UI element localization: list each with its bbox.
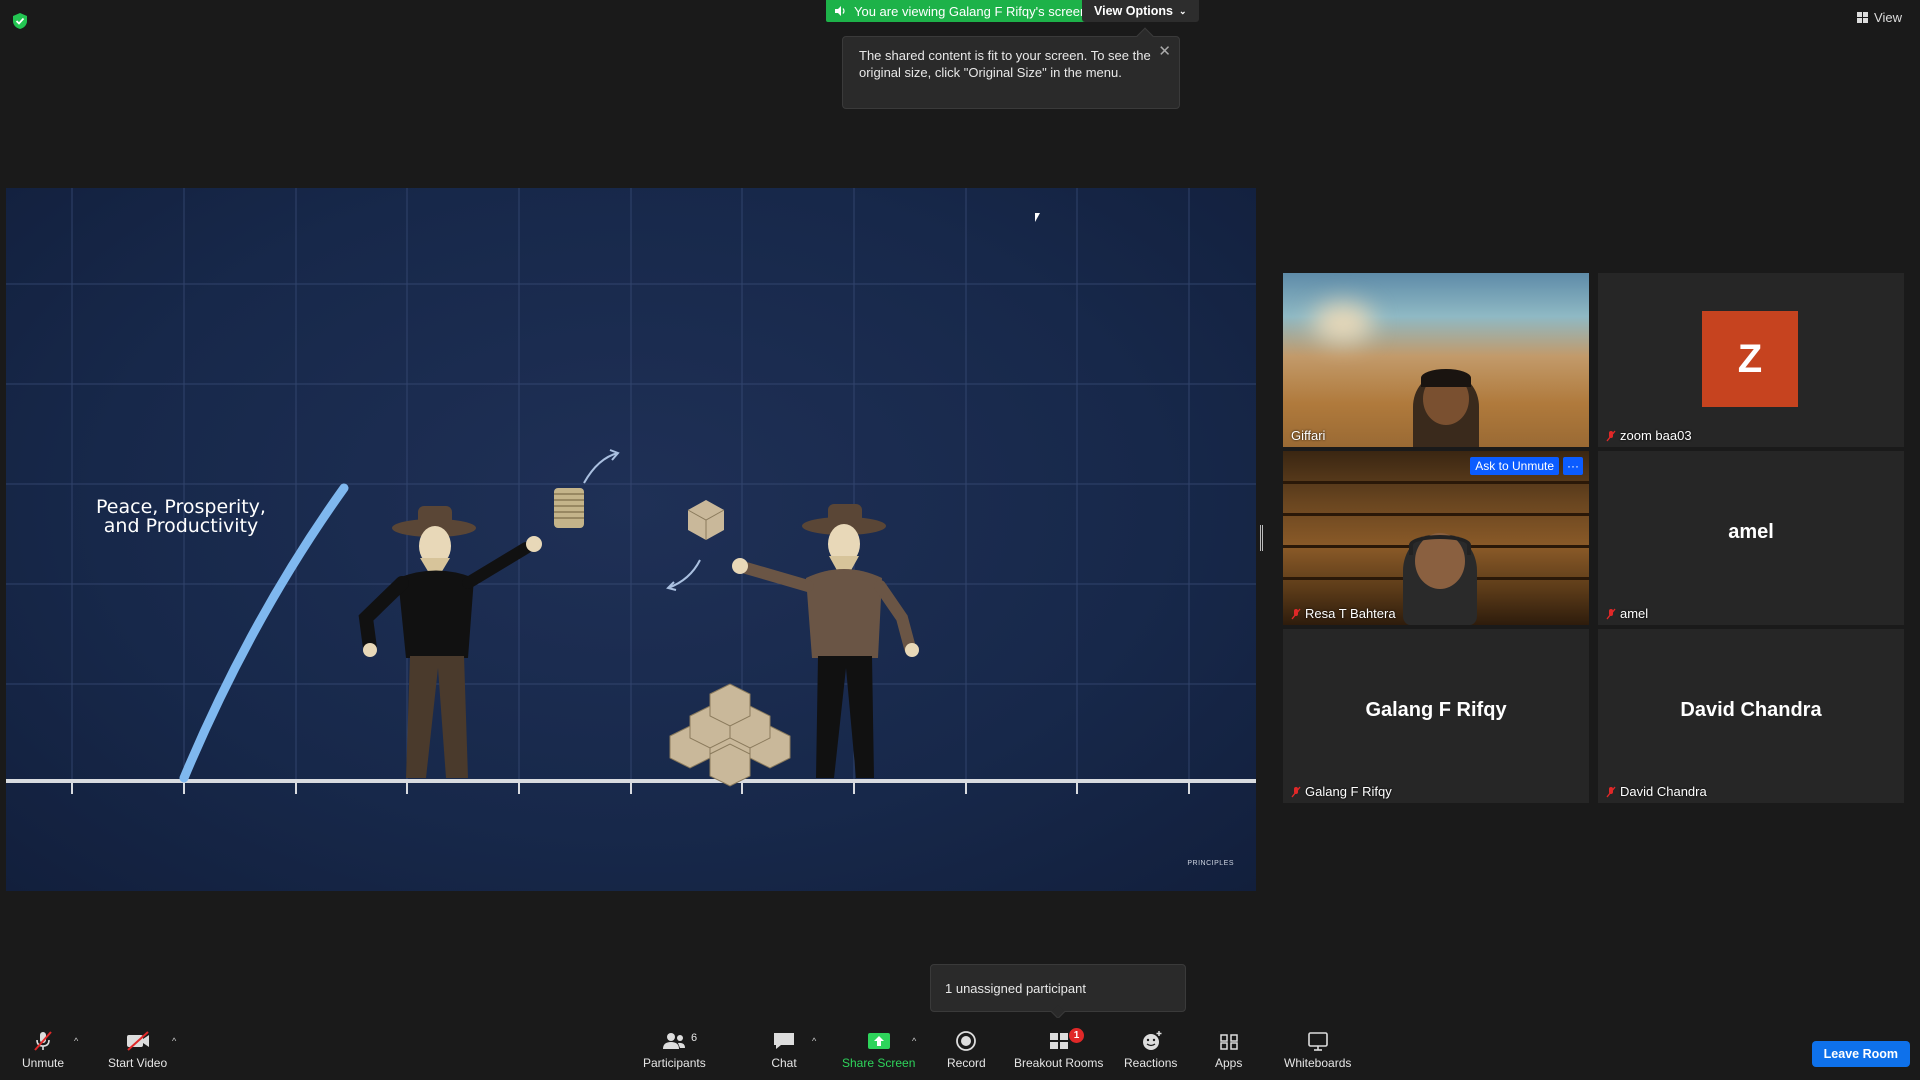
muted-mic-icon [34, 1031, 52, 1051]
video-tile-giffari[interactable]: Giffari [1283, 273, 1589, 447]
man-left [358, 506, 542, 778]
apps-label: Apps [1215, 1056, 1243, 1070]
box-single [666, 500, 725, 591]
coin-stack [554, 449, 620, 528]
reactions-icon [1142, 1031, 1162, 1050]
view-layout-button[interactable]: View [1857, 10, 1902, 25]
tooltip-notch [1136, 27, 1154, 45]
start-video-button[interactable]: Start Video [108, 1030, 167, 1070]
popup-tail [1050, 1004, 1066, 1020]
view-layout-label: View [1874, 10, 1902, 25]
video-tile-amel[interactable]: amel amel [1598, 451, 1904, 625]
start-video-label: Start Video [108, 1056, 168, 1070]
participants-icon [663, 1033, 686, 1049]
participant-display-name: Galang F Rifqy [1365, 699, 1507, 721]
share-screen-label: Share Screen [842, 1056, 916, 1070]
apps-icon [1219, 1034, 1238, 1050]
record-button[interactable]: Record [947, 1030, 986, 1070]
apps-button[interactable]: Apps [1215, 1030, 1242, 1070]
slide-watermark: PRINCIPLES [1187, 860, 1234, 867]
video-tile-galang[interactable]: Galang F Rifqy Galang F Rifqy [1283, 629, 1589, 803]
view-options-button[interactable]: View Options ⌄ [1082, 0, 1199, 22]
share-screen-icon [867, 1033, 890, 1049]
tooltip-text: The shared content is fit to your screen… [859, 48, 1151, 80]
grid-view-icon [1857, 12, 1869, 23]
muted-mic-icon [1606, 430, 1616, 441]
split-resize-handle[interactable] [1260, 525, 1263, 551]
participant-name: Galang F Rifqy [1291, 784, 1392, 799]
slide-illustration [6, 188, 1256, 794]
video-tile-david[interactable]: David Chandra David Chandra [1598, 629, 1904, 803]
whiteboards-label: Whiteboards [1284, 1056, 1352, 1070]
record-icon [956, 1031, 977, 1051]
close-icon[interactable]: ✕ [1158, 43, 1171, 60]
box-pile [669, 683, 791, 787]
unassigned-participant-popup[interactable]: 1 unassigned participant [930, 964, 1186, 1020]
leave-room-button[interactable]: Leave Room [1811, 1041, 1910, 1067]
muted-mic-icon [1291, 608, 1301, 619]
participant-name: amel [1606, 606, 1648, 621]
slide-title-line2: and Productivity [103, 515, 259, 537]
chat-label: Chat [771, 1056, 797, 1070]
participant-display-name: amel [1728, 521, 1774, 543]
shared-screen-view[interactable]: Peace, Prosperity, and Productivity PRIN… [6, 188, 1256, 891]
screen-share-banner: You are viewing Galang F Rifqy's screen [826, 0, 1100, 22]
breakout-rooms-button[interactable]: Breakout Rooms [1014, 1030, 1103, 1070]
participant-name: Resa T Bahtera [1291, 606, 1396, 621]
record-label: Record [947, 1056, 986, 1070]
participant-name: zoom baa03 [1606, 428, 1692, 443]
reactions-label: Reactions [1124, 1056, 1178, 1070]
mouse-cursor-icon [1035, 213, 1045, 222]
fit-screen-tooltip: The shared content is fit to your screen… [842, 27, 1180, 109]
more-options-button[interactable]: ··· [1563, 457, 1583, 475]
share-banner-text: You are viewing Galang F Rifqy's screen [854, 3, 1088, 19]
ask-to-unmute-button[interactable]: Ask to Unmute [1470, 457, 1559, 475]
participant-display-name: David Chandra [1680, 699, 1822, 721]
zoom-meeting-window: You are viewing Galang F Rifqy's screen … [0, 0, 1920, 1080]
participant-video [1283, 273, 1589, 447]
chat-button[interactable]: Chat [771, 1030, 797, 1070]
video-off-icon [126, 1031, 149, 1051]
avatar: Z [1702, 311, 1798, 407]
muted-mic-icon [1291, 786, 1301, 797]
encryption-shield-icon[interactable] [12, 12, 28, 30]
breakout-rooms-label: Breakout Rooms [1014, 1056, 1104, 1070]
unassigned-text: 1 unassigned participant [945, 980, 1086, 996]
chat-options-caret-icon[interactable]: ^ [812, 1036, 820, 1046]
chevron-down-icon: ⌄ [1178, 5, 1187, 16]
share-screen-button[interactable]: Share Screen [842, 1030, 915, 1070]
muted-mic-icon [1606, 786, 1616, 797]
unmute-label: Unmute [22, 1056, 65, 1070]
participants-count: 6 [691, 1032, 698, 1044]
view-options-label: View Options [1094, 4, 1173, 18]
share-options-caret-icon[interactable]: ^ [912, 1036, 920, 1046]
audio-options-caret-icon[interactable]: ^ [74, 1036, 82, 1046]
meeting-toolbar: Unmute ^ Start Video ^ Participants 6 Ch… [0, 1018, 1920, 1080]
whiteboards-button[interactable]: Whiteboards [1284, 1030, 1351, 1070]
video-tile-resa[interactable]: Ask to Unmute ··· Resa T Bahtera [1283, 451, 1589, 625]
video-tile-zoom-baa03[interactable]: Z zoom baa03 [1598, 273, 1904, 447]
participant-name: David Chandra [1606, 784, 1707, 799]
video-options-caret-icon[interactable]: ^ [172, 1036, 180, 1046]
breakout-rooms-icon [1049, 1033, 1068, 1049]
participant-video [1283, 451, 1589, 625]
muted-mic-icon [1606, 608, 1616, 619]
speaker-icon [835, 6, 845, 16]
participants-label: Participants [643, 1056, 706, 1070]
participant-name: Giffari [1291, 428, 1326, 443]
reactions-button[interactable]: Reactions [1124, 1030, 1177, 1070]
unmute-button[interactable]: Unmute [22, 1030, 64, 1070]
breakout-rooms-badge: 1 [1069, 1028, 1084, 1043]
whiteboard-icon [1307, 1032, 1328, 1051]
chat-icon [774, 1033, 794, 1049]
slide-title: Peace, Prosperity, and Productivity [86, 498, 276, 536]
